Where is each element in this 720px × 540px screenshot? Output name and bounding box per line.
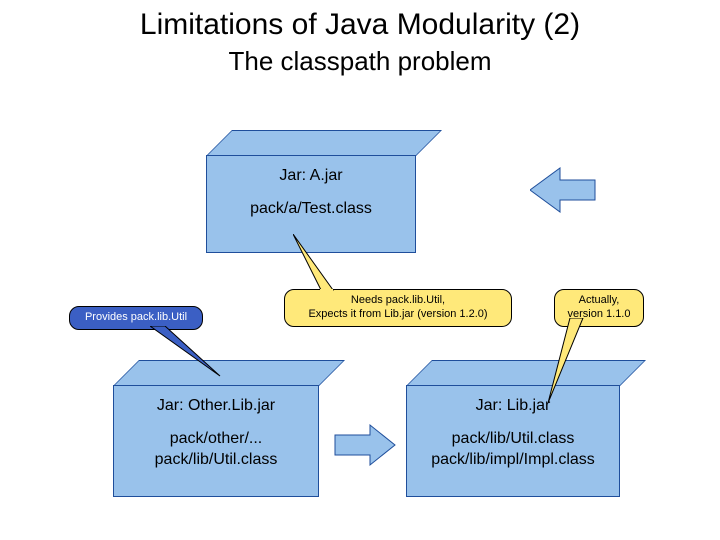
callout-provides-text: Provides pack.lib.Util [85,311,187,323]
callout-needs-text: Needs pack.lib.Util, Expects it from Lib… [308,294,487,320]
callout-needs: Needs pack.lib.Util, Expects it from Lib… [284,289,512,327]
jar-lib-content: pack/lib/Util.class pack/lib/impl/Impl.c… [407,429,619,471]
callout-actually-tail [548,318,608,408]
jar-a-title: Jar: A.jar [207,166,415,187]
callout-actually-text: Actually, version 1.1.0 [568,294,631,320]
arrow-right-icon [330,420,400,470]
slide-title: Limitations of Java Modularity (2) [0,8,720,42]
callout-provides-tail [150,326,230,386]
arrow-left-icon [530,160,600,220]
jar-other-content: pack/other/... pack/lib/Util.class [114,429,318,471]
jar-other-box: Jar: Other.Lib.jar pack/other/... pack/l… [113,385,319,497]
slide-subtitle: The classpath problem [0,46,720,77]
callout-needs-tail [293,234,353,294]
jar-other-title: Jar: Other.Lib.jar [114,396,318,417]
jar-lib-3d-top [406,360,646,386]
jar-a-3d-top [206,130,442,156]
jar-a-content: pack/a/Test.class [207,199,415,220]
